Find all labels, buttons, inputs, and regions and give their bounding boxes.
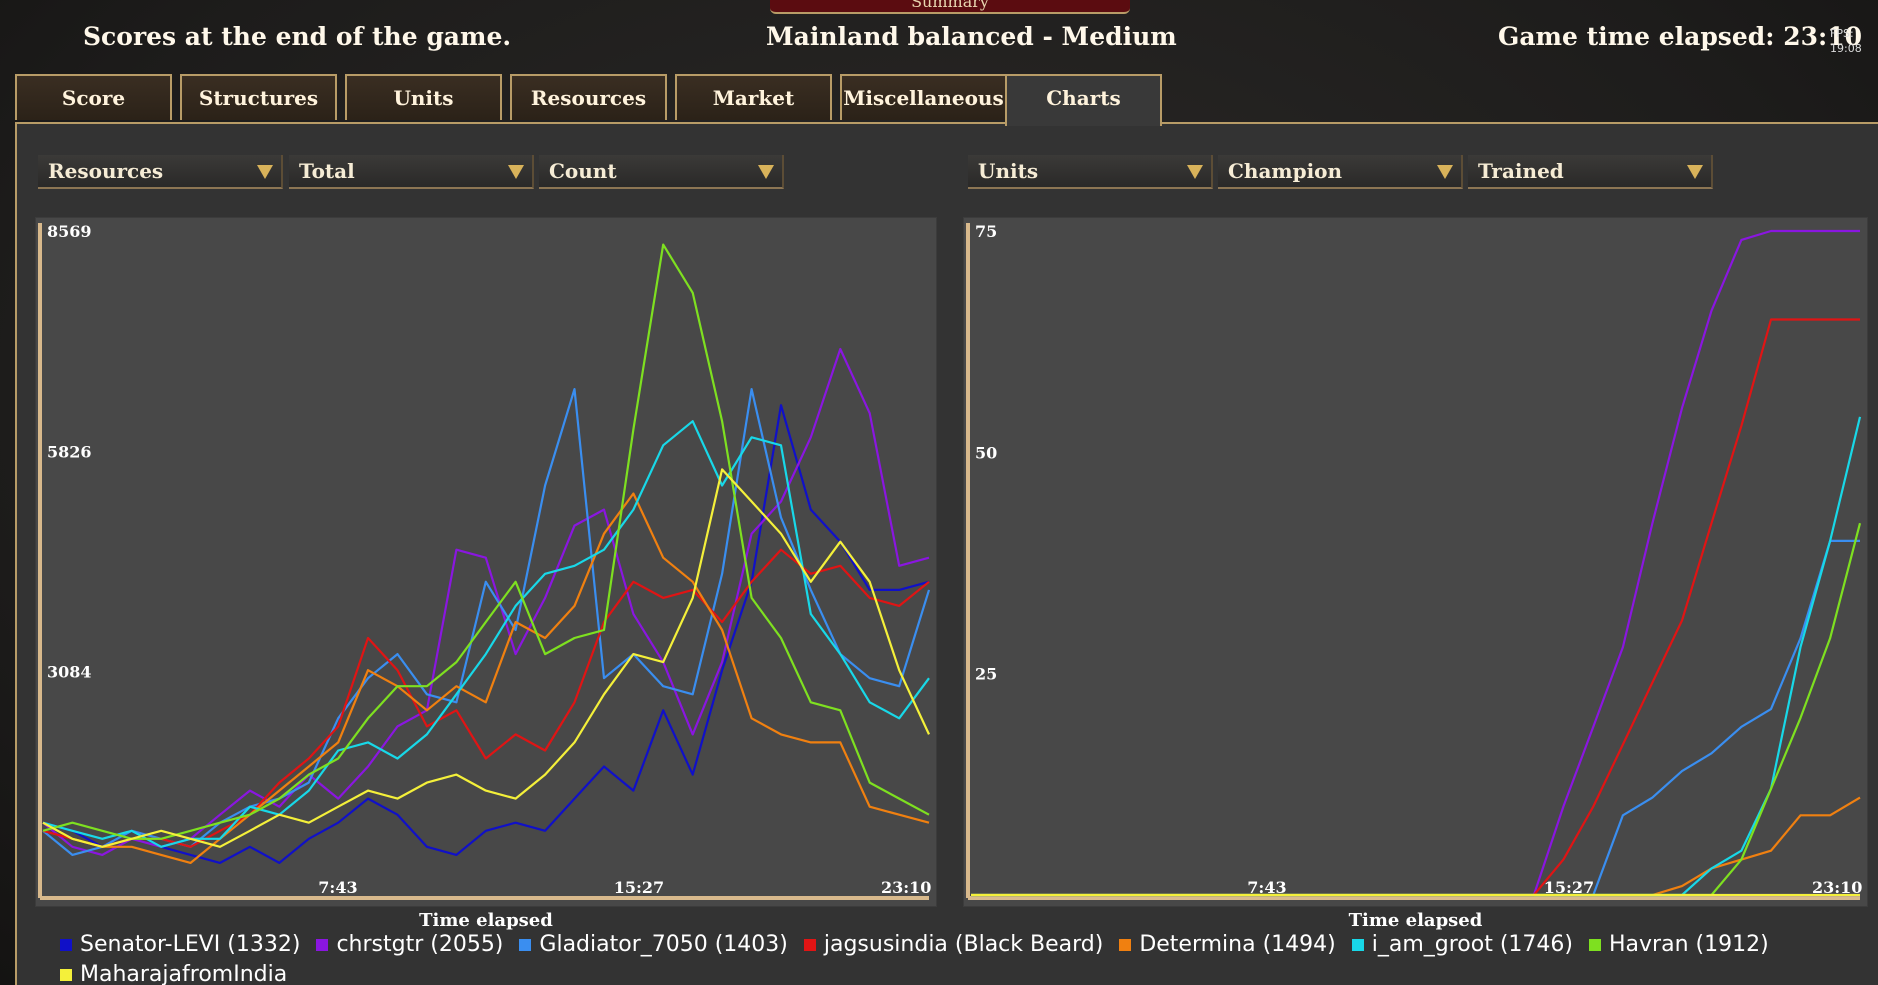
legend-item: Senator-LEVI (1332) [60, 930, 300, 960]
legend-swatch [60, 969, 72, 981]
y-tick-label: 8569 [47, 222, 92, 241]
x-tick-label: 15:27 [1544, 878, 1594, 897]
chevron-down-icon [1687, 165, 1703, 179]
tab-structures[interactable]: Structures [180, 74, 337, 120]
series-line [971, 539, 1860, 897]
x-tick-label: 7:43 [1247, 878, 1286, 897]
chevron-down-icon [1437, 165, 1453, 179]
right-category-dropdown[interactable]: Units [968, 155, 1213, 189]
legend-label: MaharajafromIndia [80, 962, 288, 985]
right-metric-value: Trained [1478, 159, 1564, 183]
series-line [42, 347, 930, 857]
chevron-down-icon [508, 165, 524, 179]
x-tick-label: 23:10 [1812, 878, 1862, 897]
left-metric-value: Count [549, 159, 617, 183]
legend-item: Gladiator_7050 (1403) [519, 930, 788, 960]
legend-item: chrstgtr (2055) [316, 930, 503, 960]
legend-swatch [519, 939, 532, 951]
legend-item: jagsusindia (Black Beard) [803, 930, 1104, 960]
legend-swatch [1589, 939, 1601, 951]
legend-item: MaharajafromIndia [60, 960, 287, 985]
legend-label: Gladiator_7050 (1403) [539, 932, 788, 957]
legend-item: Havran (1912) [1589, 930, 1769, 960]
y-tick-label: 5826 [47, 442, 92, 461]
chevron-down-icon [257, 165, 273, 179]
chart-legend: Senator-LEVI (1332) chrstgtr (2055) Gladia… [60, 930, 1840, 985]
fps-label: FPS: [1830, 27, 1854, 40]
legend-item: i_am_groot (1746) [1351, 930, 1573, 960]
series-line [42, 548, 930, 848]
series-line [971, 229, 1860, 897]
legend-swatch [1119, 939, 1132, 951]
game-time: Game time elapsed: 23:10 [1498, 22, 1863, 51]
y-tick-label: 25 [975, 665, 997, 684]
tab-market[interactable]: Market [675, 74, 832, 120]
left-subcategory-dropdown[interactable]: Total [289, 155, 534, 189]
legend-swatch [60, 939, 72, 951]
resources-chart-svg: 3084 5826 8569 7:43 15:27 23:10 [38, 222, 931, 900]
left-subcategory-value: Total [299, 159, 355, 183]
summary-banner-label: Summary [911, 0, 989, 11]
legend-label: Senator-LEVI (1332) [80, 932, 301, 957]
tab-charts[interactable]: Charts [1005, 74, 1162, 126]
legend-item: Determina (1494) [1119, 930, 1336, 960]
right-category-value: Units [978, 159, 1039, 183]
x-tick-label: 23:10 [881, 878, 931, 897]
series-line [42, 404, 930, 865]
series-line [971, 416, 1862, 897]
tab-score[interactable]: Score [15, 74, 172, 120]
legend-label: Determina (1494) [1139, 932, 1336, 957]
tab-resources[interactable]: Resources [510, 74, 667, 120]
right-subcategory-value: Champion [1228, 159, 1343, 183]
legend-swatch [803, 939, 816, 951]
series-line [42, 492, 930, 865]
chevron-down-icon [758, 165, 774, 179]
left-x-axis-label: Time elapsed [419, 910, 553, 931]
series-line [42, 243, 930, 840]
map-title: Mainland balanced - Medium [766, 22, 1177, 51]
scores-caption: Scores at the end of the game. [83, 22, 512, 51]
left-category-value: Resources [48, 159, 164, 183]
chart-frame [966, 223, 1860, 900]
right-subcategory-dropdown[interactable]: Champion [1218, 155, 1463, 189]
series-line [971, 318, 1860, 897]
y-tick-label: 3084 [47, 662, 92, 681]
y-tick-label: 75 [975, 222, 997, 241]
tab-miscellaneous[interactable]: Miscellaneous [840, 74, 1007, 120]
summary-banner: Summary [770, 0, 1130, 14]
legend-label: jagsusindia (Black Beard) [823, 932, 1104, 957]
fps-readout: FPS: 19:08 [1830, 26, 1862, 56]
y-tick-label: 50 [975, 443, 997, 462]
series-line [971, 522, 1862, 897]
tab-units[interactable]: Units [345, 74, 502, 120]
legend-swatch [1351, 939, 1364, 951]
x-tick-label: 15:27 [614, 878, 664, 897]
clock: 19:08 [1830, 42, 1862, 55]
series-line [971, 796, 1861, 897]
legend-label: i_am_groot (1746) [1371, 932, 1573, 957]
chevron-down-icon [1187, 165, 1203, 179]
units-chart: 25 50 75 7:43 15:27 23:10 [963, 217, 1868, 907]
resources-chart: 3084 5826 8569 7:43 15:27 23:10 [35, 217, 937, 907]
x-tick-label: 7:43 [318, 878, 357, 897]
left-category-dropdown[interactable]: Resources [38, 155, 283, 189]
right-metric-dropdown[interactable]: Trained [1468, 155, 1713, 189]
left-metric-dropdown[interactable]: Count [539, 155, 784, 189]
right-x-axis-label: Time elapsed [1348, 910, 1483, 931]
units-chart-svg: 25 50 75 7:43 15:27 23:10 [966, 222, 1862, 900]
legend-swatch [316, 939, 329, 951]
series-line [42, 420, 930, 848]
legend-label: Havran (1912) [1609, 932, 1769, 957]
legend-label: chrstgtr (2055) [336, 932, 504, 957]
